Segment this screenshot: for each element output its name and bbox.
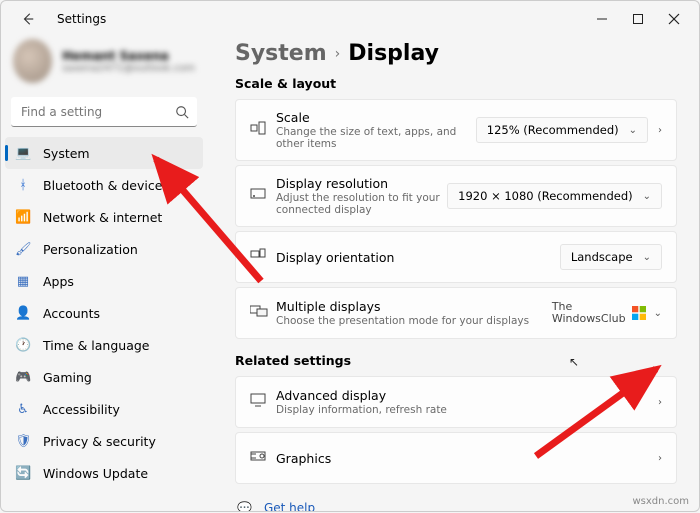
minimize-button[interactable] [595,12,609,26]
sidebar-item-time-language[interactable]: 🕐 Time & language [5,329,203,361]
get-help-link[interactable]: 💬Get help [235,496,677,511]
wifi-icon: 📶 [15,210,31,225]
breadcrumb: System › Display [235,41,677,66]
sidebar-item-label: Accounts [43,306,100,321]
page-title: Display [348,41,439,66]
sidebar-item-label: Personalization [43,242,138,257]
chevron-down-icon[interactable]: ⌄ [654,308,662,319]
chevron-down-icon: ⌄ [643,252,651,263]
scale-icon [250,120,276,140]
card-advanced-display[interactable]: Advanced display Display information, re… [235,376,677,428]
orientation-dropdown[interactable]: Landscape⌄ [560,244,662,270]
card-subtitle: Change the size of text, apps, and other… [276,126,476,150]
sidebar-item-windows-update[interactable]: 🔄 Windows Update [5,457,203,489]
shield-icon: 🛡 [15,434,31,449]
scale-dropdown[interactable]: 125% (Recommended)⌄ [476,117,648,143]
sidebar-item-privacy[interactable]: 🛡 Privacy & security [5,425,203,457]
chevron-down-icon: ⌄ [629,125,637,136]
paint-icon: 🖌 [15,242,31,257]
sidebar-item-accounts[interactable]: 👤 Accounts [5,297,203,329]
sidebar-item-label: Network & internet [43,210,162,225]
sidebar-item-system[interactable]: 💻 System [5,137,203,169]
card-title: Scale [276,110,476,125]
sidebar-item-accessibility[interactable]: ♿ Accessibility [5,393,203,425]
windows-logo-icon [632,306,646,320]
sidebar-item-personalization[interactable]: 🖌 Personalization [5,233,203,265]
sidebar-item-network[interactable]: 📶 Network & internet [5,201,203,233]
sidebar-item-label: Windows Update [43,466,148,481]
apps-icon: ▦ [15,274,31,289]
card-orientation[interactable]: Display orientation Landscape⌄ [235,231,677,283]
sidebar-item-label: Time & language [43,338,149,353]
sidebar-item-label: System [43,146,90,161]
sidebar-item-label: Gaming [43,370,92,385]
graphics-icon [250,449,276,467]
search-icon [175,104,189,123]
card-subtitle: Adjust the resolution to fit your connec… [276,192,447,216]
card-title: Display orientation [276,250,560,265]
orientation-icon [250,247,276,267]
help-icon: 💬 [237,501,252,511]
card-graphics[interactable]: Graphics › [235,432,677,484]
breadcrumb-parent[interactable]: System [235,41,327,66]
sidebar-item-gaming[interactable]: 🎮 Gaming [5,361,203,393]
sidebar-item-label: Bluetooth & devices [43,178,169,193]
footer-source: wsxdn.com [632,496,689,507]
user-name: Hemant Saxena [62,49,195,63]
sidebar-item-label: Accessibility [43,402,120,417]
card-subtitle: Choose the presentation mode for your di… [276,315,552,327]
monitor-icon [250,393,276,411]
search-input[interactable] [11,97,197,127]
card-resolution[interactable]: Display resolution Adjust the resolution… [235,165,677,227]
chevron-right-icon: › [658,397,662,408]
avatar [13,39,52,83]
card-subtitle: Display information, refresh rate [276,404,658,416]
card-title: Graphics [276,451,658,466]
back-button[interactable] [15,6,41,32]
watermark: The WindowsClub [552,301,646,325]
section-related: Related settings [235,353,677,368]
accessibility-icon: ♿ [15,402,31,417]
card-multiple-displays[interactable]: Multiple displays Choose the presentatio… [235,287,677,339]
person-icon: 👤 [15,306,31,321]
chevron-down-icon: ⌄ [643,191,651,202]
card-title: Advanced display [276,388,658,403]
sidebar-item-apps[interactable]: ▦ Apps [5,265,203,297]
multi-display-icon [250,304,276,322]
resolution-icon [250,186,276,206]
chevron-right-icon[interactable]: › [658,125,662,136]
mouse-cursor: ↖ [569,355,579,369]
user-email: saxena2471@outlook.com [62,63,195,74]
card-title: Multiple displays [276,299,552,314]
system-icon: 💻 [15,146,31,161]
gaming-icon: 🎮 [15,370,31,385]
maximize-button[interactable] [631,12,645,26]
sidebar-item-label: Privacy & security [43,434,156,449]
sidebar-item-bluetooth[interactable]: ᚼ Bluetooth & devices [5,169,203,201]
window-title: Settings [41,12,595,26]
clock-icon: 🕐 [15,338,31,353]
resolution-dropdown[interactable]: 1920 × 1080 (Recommended)⌄ [447,183,662,209]
card-scale[interactable]: Scale Change the size of text, apps, and… [235,99,677,161]
chevron-right-icon: › [335,46,341,62]
bluetooth-icon: ᚼ [15,178,31,193]
search-box[interactable] [11,97,197,127]
user-profile[interactable]: Hemant Saxena saxena2471@outlook.com [5,37,203,93]
card-title: Display resolution [276,176,447,191]
update-icon: 🔄 [15,466,31,481]
sidebar-item-label: Apps [43,274,74,289]
section-scale-layout: Scale & layout [235,76,677,91]
chevron-right-icon: › [658,453,662,464]
close-button[interactable] [667,12,681,26]
